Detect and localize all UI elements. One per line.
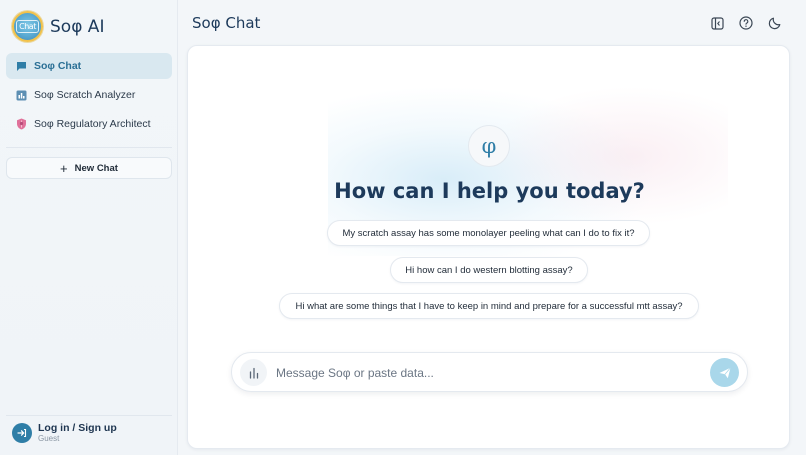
logo: Chat <box>12 11 43 42</box>
bar-chart-icon <box>16 90 27 101</box>
shield-icon <box>16 118 27 130</box>
message-input[interactable] <box>276 361 696 385</box>
brand[interactable]: Chat Soφ AI <box>12 11 104 42</box>
chart-data-icon[interactable] <box>240 359 267 386</box>
login-button[interactable]: Log in / Sign up Guest <box>12 422 117 444</box>
brand-name: Soφ AI <box>50 16 105 37</box>
header-toolbar <box>708 14 784 32</box>
phi-logo-icon: φ <box>468 125 510 167</box>
sidebar-item-regulatory-architect[interactable]: Soφ Regulatory Architect <box>6 111 172 137</box>
sidebar: Chat Soφ AI Soφ Chat Soφ Scratch Analyze… <box>0 0 178 455</box>
welcome-headline: How can I help you today? <box>334 179 645 203</box>
collapse-sidebar-icon[interactable] <box>708 14 726 32</box>
logo-text: Chat <box>16 20 39 33</box>
sidebar-item-scratch-analyzer[interactable]: Soφ Scratch Analyzer <box>6 82 172 108</box>
suggestion-chip[interactable]: Hi what are some things that I have to k… <box>279 293 699 319</box>
suggestion-chip[interactable]: Hi how can I do western blotting assay? <box>390 257 588 283</box>
sidebar-item-chat[interactable]: Soφ Chat <box>6 53 172 79</box>
login-title: Log in / Sign up <box>38 422 117 434</box>
help-icon[interactable] <box>737 14 755 32</box>
suggestion-chip[interactable]: My scratch assay has some monolayer peel… <box>327 220 650 246</box>
chat-panel: φ How can I help you today? My scratch a… <box>187 45 790 449</box>
login-subtitle: Guest <box>38 434 60 443</box>
send-button[interactable] <box>710 358 739 387</box>
login-icon <box>12 423 32 443</box>
sidebar-item-label: Soφ Chat <box>34 60 82 72</box>
sidebar-item-label: Soφ Regulatory Architect <box>34 118 151 130</box>
background-glow <box>488 86 728 226</box>
page-title: Soφ Chat <box>192 14 261 32</box>
new-chat-button[interactable]: + New Chat <box>6 157 172 179</box>
dark-mode-icon[interactable] <box>766 14 784 32</box>
sidebar-divider <box>6 147 172 148</box>
send-icon <box>719 367 731 378</box>
new-chat-label: New Chat <box>74 162 118 174</box>
chat-bubble-icon <box>16 61 27 72</box>
sidebar-item-label: Soφ Scratch Analyzer <box>34 89 136 101</box>
sidebar-nav: Soφ Chat Soφ Scratch Analyzer Soφ Regula… <box>6 53 172 140</box>
message-composer <box>231 352 748 392</box>
plus-icon: + <box>60 160 68 176</box>
sidebar-divider <box>6 415 172 416</box>
